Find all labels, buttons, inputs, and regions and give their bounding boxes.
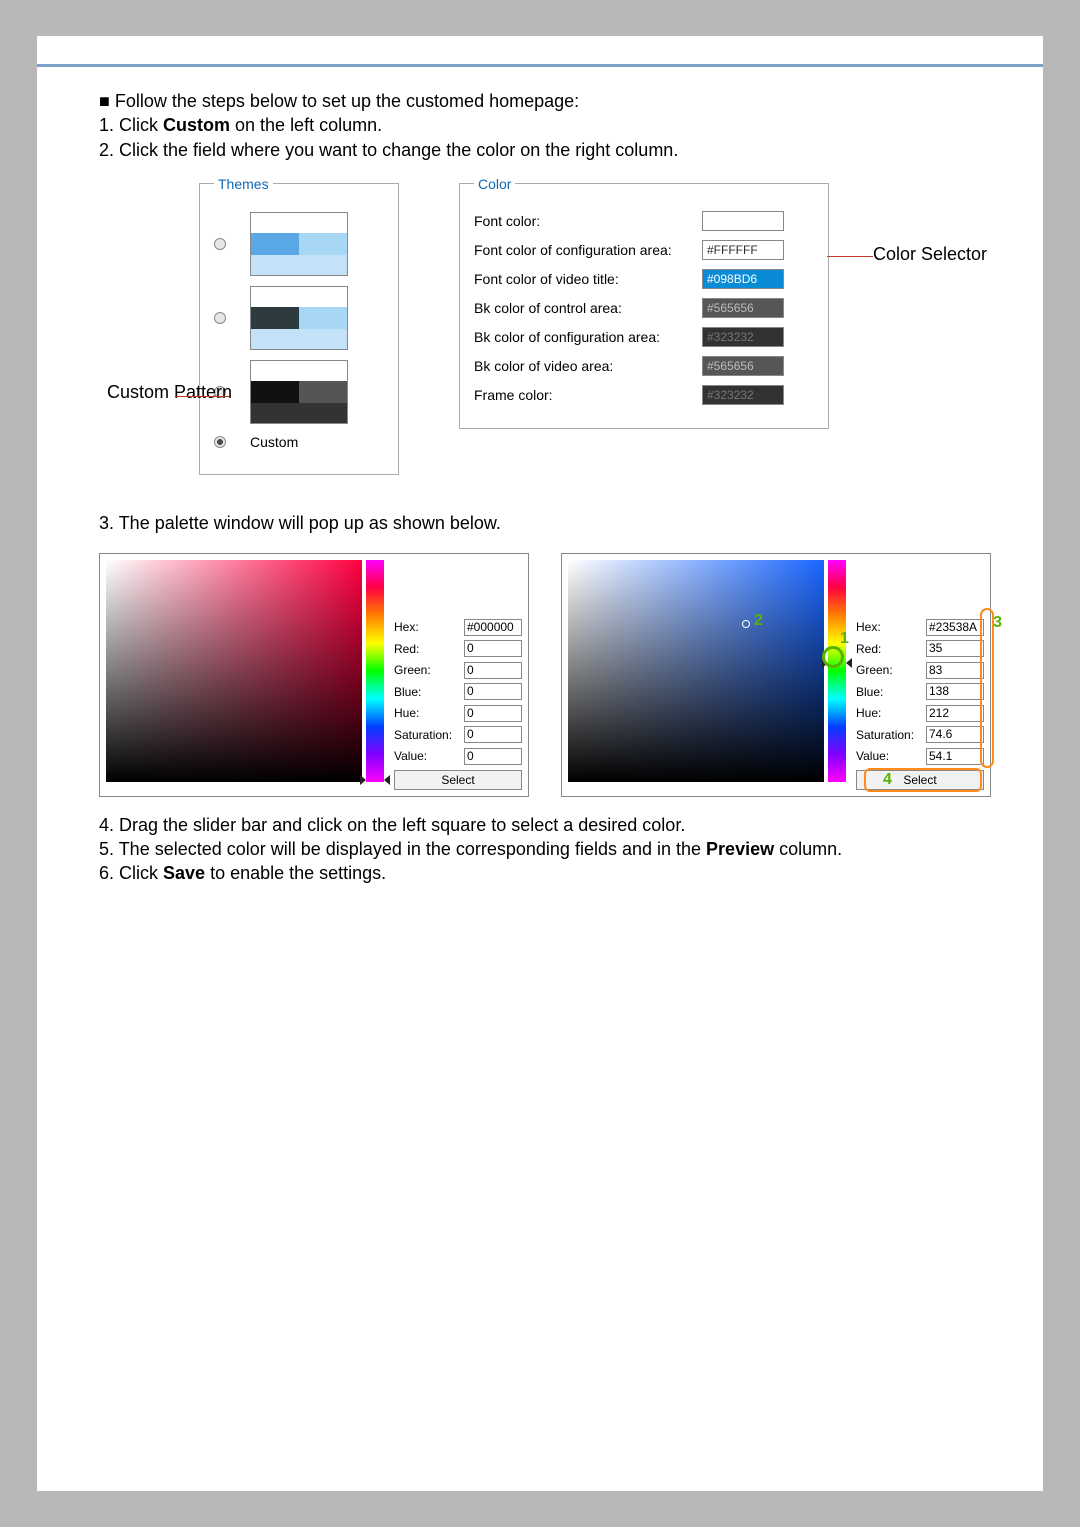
hue-slider[interactable] [366,560,384,782]
step-1: 1. Click Custom on the left column. [99,113,983,137]
hue-input[interactable]: 0 [464,705,522,722]
select-button[interactable]: Select [394,770,522,790]
field-label: Hue: [394,706,464,720]
color-label: Bk color of configuration area: [474,329,702,345]
color-legend: Color [474,176,515,192]
palette-readout: Hex:#000000 Red:0 Green:0 Blue:0 Hue:0 S… [394,560,522,790]
field-label: Hex: [856,620,926,634]
red-input[interactable]: 0 [464,640,522,657]
field-label: Blue: [394,685,464,699]
steps-456: 4. Drag the slider bar and click on the … [99,813,983,886]
color-label: Bk color of control area: [474,300,702,316]
color-field-config-font[interactable]: #FFFFFF [702,240,784,260]
field-label: Red: [394,642,464,656]
color-label: Bk color of video area: [474,358,702,374]
green-input[interactable]: 83 [926,662,984,679]
step-4: 4. Drag the slider bar and click on the … [99,813,983,837]
color-field-control-bk[interactable]: #565656 [702,298,784,318]
color-label: Frame color: [474,387,702,403]
color-field-frame[interactable]: #323232 [702,385,784,405]
palette-window-a: Hex:#000000 Red:0 Green:0 Blue:0 Hue:0 S… [99,553,529,797]
hue-input[interactable]: 212 [926,705,984,722]
callout-2: 2 [754,612,763,630]
manual-page: VIVOTEK ■ Follow the steps below to set … [37,36,1043,1491]
callout-3: 3 [993,614,1002,632]
theme-swatch-3[interactable] [250,360,348,424]
hex-input[interactable]: #000000 [464,619,522,636]
callout-3-box-icon [980,608,994,768]
annotation-line-2 [827,256,873,257]
page-footer: User's Manual - 29 [898,1463,1015,1479]
field-label: Saturation: [856,728,926,742]
step-5: 5. The selected color will be displayed … [99,837,983,861]
green-input[interactable]: 0 [464,662,522,679]
annotation-line [175,396,229,397]
val-input[interactable]: 0 [464,748,522,765]
color-field-video-bk[interactable]: #565656 [702,356,784,376]
color-wrap: Color Selector Color Font color: Font co… [459,176,829,475]
color-field-videotitle[interactable]: #098BD6 [702,269,784,289]
field-label: Green: [394,663,464,677]
step-3: 3. The palette window will pop up as sho… [99,511,983,535]
hue-slider-thumb-icon [846,658,852,668]
color-cursor-icon [108,772,116,780]
theme-swatch-2[interactable] [250,286,348,350]
field-label: Red: [856,642,926,656]
hex-input[interactable]: #23538A [926,619,984,636]
val-input[interactable]: 54.1 [926,748,984,765]
themes-wrap: Custom Pattern Themes [199,176,399,475]
brand-label: VIVOTEK [941,41,1015,59]
intro-lead: ■ Follow the steps below to set up the c… [99,89,983,113]
page-content: ■ Follow the steps below to set up the c… [37,67,1043,886]
themes-legend: Themes [214,176,273,192]
color-fieldset: Color Font color: Font color of configur… [459,176,829,429]
step-2: 2. Click the field where you want to cha… [99,138,983,162]
palette-readout: Hex:#23538A Red:35 Green:83 Blue:138 Hue… [856,560,984,790]
annotation-custom-pattern: Custom Pattern [107,382,232,404]
blue-input[interactable]: 138 [926,683,984,700]
theme-swatch-1[interactable] [250,212,348,276]
gradient-canvas[interactable]: 2 [568,560,824,782]
gradient-canvas[interactable] [106,560,362,782]
page-header: VIVOTEK [37,36,1043,64]
color-label: Font color: [474,213,702,229]
theme-custom-label: Custom [250,434,298,450]
color-label: Font color of video title: [474,271,702,287]
theme-radio-1[interactable] [214,238,226,250]
color-field-font[interactable] [702,211,784,231]
step-6: 6. Click Save to enable the settings. [99,861,983,885]
sat-input[interactable]: 74.6 [926,726,984,743]
red-input[interactable]: 35 [926,640,984,657]
themes-color-figure: Custom Pattern Themes [99,176,983,475]
color-label: Font color of configuration area: [474,242,702,258]
palette-window-b: 2 1 Hex:#23538A Red:35 Green:83 Blue:138… [561,553,991,797]
annotation-color-selector: Color Selector [873,244,987,265]
field-label: Hue: [856,706,926,720]
themes-fieldset: Themes [199,176,399,475]
callout-1: 1 [840,630,849,648]
callout-4-box-icon [864,768,982,792]
blue-input[interactable]: 0 [464,683,522,700]
field-label: Value: [394,749,464,763]
field-label: Blue: [856,685,926,699]
hue-slider-thumb-icon [360,775,366,785]
hue-slider-thumb-icon [384,775,390,785]
theme-radio-custom[interactable] [214,436,226,448]
field-label: Saturation: [394,728,464,742]
field-label: Hex: [394,620,464,634]
intro-text: ■ Follow the steps below to set up the c… [99,89,983,162]
palette-figure: Hex:#000000 Red:0 Green:0 Blue:0 Hue:0 S… [99,553,983,797]
field-label: Green: [856,663,926,677]
theme-radio-2[interactable] [214,312,226,324]
color-field-config-bk[interactable]: #323232 [702,327,784,347]
color-cursor-icon [742,620,750,628]
field-label: Value: [856,749,926,763]
hue-slider[interactable] [828,560,846,782]
sat-input[interactable]: 0 [464,726,522,743]
